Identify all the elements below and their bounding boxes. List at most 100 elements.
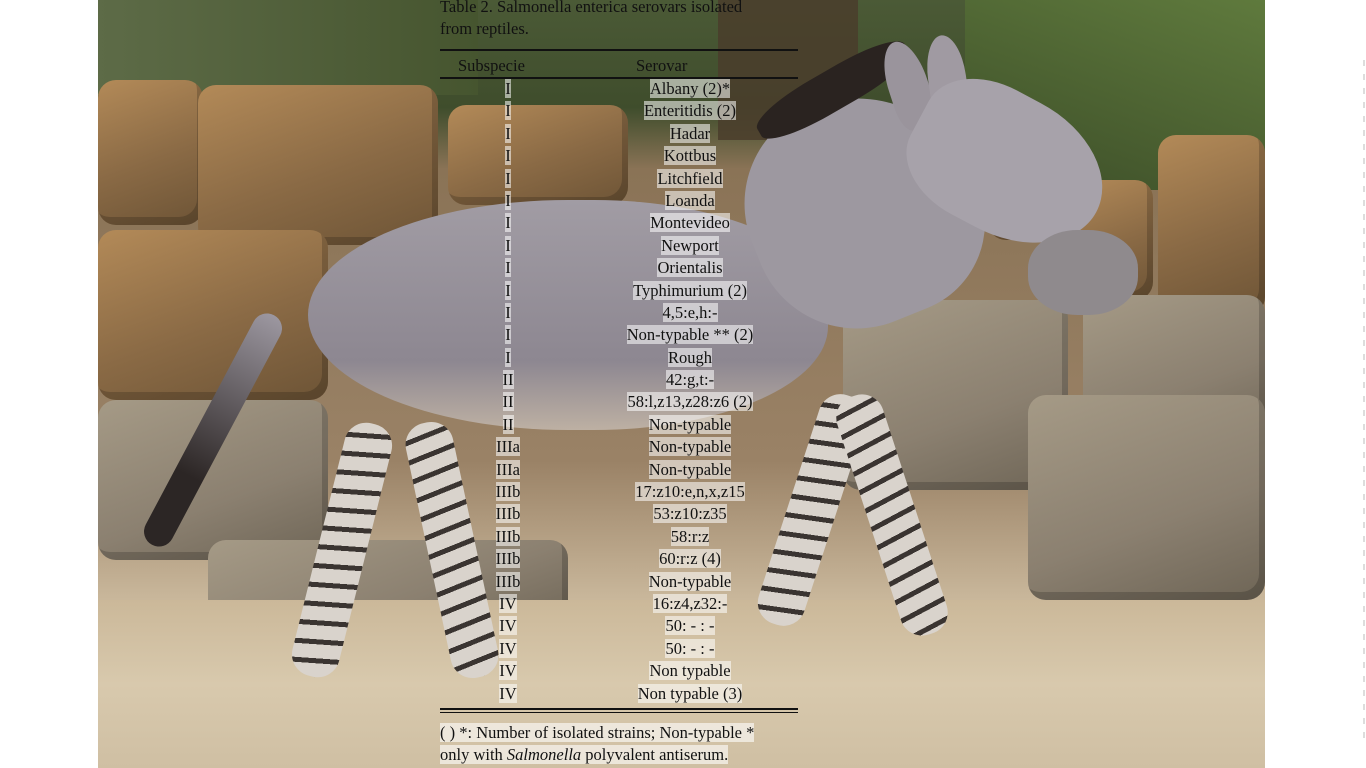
table-row: I Litchfield	[440, 168, 798, 190]
subspecies-cell: I	[505, 325, 511, 345]
table-row: I Montevideo	[440, 212, 798, 234]
serovar-cell: Albany (2)*	[649, 79, 731, 98]
table-row: IIIb Non-typable	[440, 571, 798, 593]
serovar-cell: Non-typable	[648, 459, 732, 479]
serovar-cell: Loanda	[665, 190, 715, 210]
serovar-cell: 58:r:z	[670, 526, 710, 546]
serovar-cell: 17:z10:e,n,x,z15	[635, 482, 745, 502]
animal-muzzle	[1028, 230, 1138, 315]
table-row: IV 50: - : -	[440, 638, 798, 660]
subspecies-cell: IIIb	[495, 549, 521, 569]
caption-line: from reptiles.	[440, 19, 529, 38]
subspecies-cell: I	[505, 280, 511, 300]
table-row: I Orientalis	[440, 257, 798, 279]
subspecies-cell: I	[505, 146, 511, 166]
document-overlay: Table 2. Salmonella enterica serovars is…	[440, 0, 800, 768]
table-row: I Albany (2)*	[440, 78, 798, 100]
subspecies-cell: I	[505, 101, 511, 121]
table-row: I 4,5:e,h:-	[440, 302, 798, 324]
serovar-cell: 53:z10:z35	[653, 504, 727, 524]
footnote-line: ( ) *: Number of isolated strains; Non-t…	[440, 723, 755, 742]
table-row: I Non-typable ** (2)	[440, 324, 798, 346]
serovar-cell: Orientalis	[657, 258, 723, 278]
table-row: IIIb 17:z10:e,n,x,z15	[440, 481, 798, 503]
table-row: IV 50: - : -	[440, 615, 798, 637]
scroll-edge	[1363, 60, 1365, 740]
subspecies-cell: IV	[499, 661, 517, 681]
subspecies-cell: II	[502, 414, 514, 434]
serovar-cell: Litchfield	[657, 168, 723, 188]
subspecies-cell: I	[505, 123, 511, 143]
serovar-cell: Enteritidis (2)	[643, 101, 737, 121]
subspecies-cell: IIIa	[496, 437, 520, 457]
serovar-cell: 4,5:e,h:-	[662, 302, 718, 322]
serovar-cell: Non typable	[649, 661, 731, 681]
serovar-cell: Non typable (3)	[637, 683, 743, 703]
table-bottom-rule-thin	[440, 712, 798, 713]
rock	[1158, 135, 1265, 315]
subspecies-cell: IIIb	[495, 504, 521, 524]
subspecies-cell: I	[505, 79, 511, 98]
rock	[198, 85, 438, 245]
serovar-cell: Non-typable	[648, 571, 732, 591]
table-top-rule	[440, 49, 798, 51]
table-body: I Albany (2)* I Enteritidis (2) I Hadar I Kottb…	[440, 78, 798, 705]
table-row: II 58:l,z13,z28:z6 (2)	[440, 391, 798, 413]
footnote-genus: Salmonella	[506, 745, 582, 765]
subspecies-cell: I	[505, 168, 511, 188]
table-row: IV 16:z4,z32:-	[440, 593, 798, 615]
serovar-cell: Kottbus	[663, 146, 717, 166]
table-row: I Typhimurium (2)	[440, 280, 798, 302]
table-row: IIIa Non-typable	[440, 436, 798, 458]
table-row: IIIb 58:r:z	[440, 526, 798, 548]
serovar-cell: Rough	[667, 347, 712, 367]
rock	[1028, 395, 1265, 600]
table-row: IIIa Non-typable	[440, 459, 798, 481]
subspecies-cell: I	[505, 302, 511, 322]
table-caption: Table 2. Salmonella enterica serovars is…	[440, 0, 800, 40]
table-row: IV Non typable (3)	[440, 683, 798, 705]
serovar-cell: Newport	[661, 235, 719, 255]
rock	[98, 80, 203, 225]
subspecies-cell: I	[505, 258, 511, 278]
serovar-cell: Non-typable	[648, 437, 732, 457]
table-row: II Non-typable	[440, 414, 798, 436]
serovar-cell: 16:z4,z32:-	[652, 593, 728, 613]
table-header: Subspecie Serovar	[440, 55, 798, 79]
serovar-cell: 50: - : -	[665, 638, 715, 658]
table-row: I Kottbus	[440, 145, 798, 167]
caption-line: Table 2. Salmonella enterica serovars is…	[440, 0, 743, 16]
table-row: II 42:g,t:-	[440, 369, 798, 391]
serovar-cell: Non-typable ** (2)	[626, 325, 754, 345]
table-row: IIIb 60:r:z (4)	[440, 548, 798, 570]
column-header-subspecie: Subspecie	[458, 56, 525, 75]
footnote-text: polyvalent antiserum.	[581, 745, 729, 765]
serovar-cell: 60:r:z (4)	[659, 549, 721, 569]
serovar-cell: Typhimurium (2)	[633, 280, 747, 300]
subspecies-cell: II	[502, 370, 514, 390]
table-bottom-rule	[440, 708, 798, 710]
table-row: I Newport	[440, 235, 798, 257]
serovar-cell: Montevideo	[650, 213, 730, 233]
table-row: I Loanda	[440, 190, 798, 212]
serovar-cell: Hadar	[669, 123, 711, 143]
serovar-cell: Non-typable	[648, 414, 732, 434]
right-margin	[1265, 0, 1366, 768]
footnote-text: only with	[440, 745, 507, 765]
serovar-cell: 58:l,z13,z28:z6 (2)	[627, 392, 753, 412]
subspecies-cell: I	[505, 213, 511, 233]
subspecies-cell: IIIb	[495, 571, 521, 591]
subspecies-cell: IV	[499, 683, 517, 703]
column-header-serovar: Serovar	[636, 56, 688, 75]
subspecies-cell: I	[505, 190, 511, 210]
rock	[98, 230, 328, 400]
subspecies-cell: IIIa	[496, 459, 520, 479]
table-row: IV Non typable	[440, 660, 798, 682]
table-row: I Enteritidis (2)	[440, 100, 798, 122]
subspecies-cell: IV	[499, 638, 517, 658]
subspecies-cell: I	[505, 347, 511, 367]
table-footnote: ( ) *: Number of isolated strains; Non-t…	[440, 722, 802, 767]
table-row: I Hadar	[440, 123, 798, 145]
subspecies-cell: IIIb	[495, 526, 521, 546]
subspecies-cell: IV	[499, 593, 517, 613]
